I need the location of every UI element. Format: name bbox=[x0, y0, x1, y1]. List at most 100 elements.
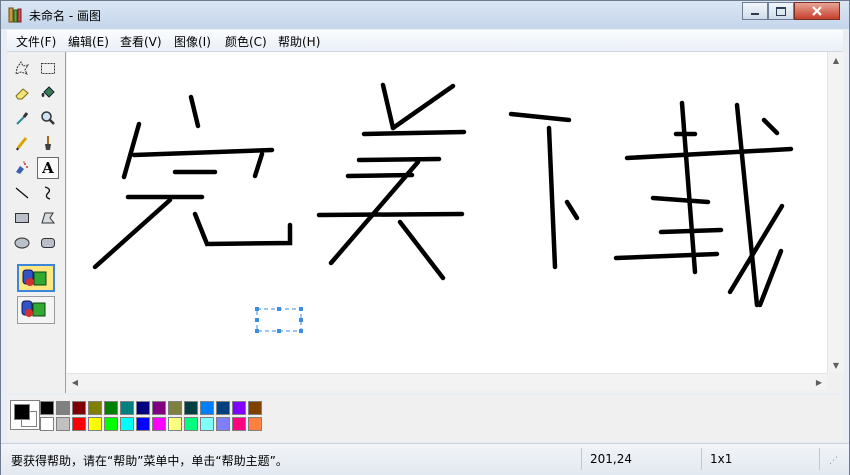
palette-swatch[interactable] bbox=[56, 401, 70, 415]
tool-eyedropper[interactable] bbox=[11, 107, 33, 129]
palette-swatch[interactable] bbox=[200, 401, 214, 415]
title-bar[interactable]: 未命名 - 画图 bbox=[1, 1, 849, 29]
menu-file[interactable]: 文件(F) bbox=[16, 33, 56, 50]
ellipse-icon bbox=[14, 237, 30, 249]
fill-style-option-active[interactable] bbox=[17, 264, 55, 292]
tool-airbrush[interactable] bbox=[11, 157, 33, 179]
palette-swatch[interactable] bbox=[248, 401, 262, 415]
status-divider bbox=[701, 448, 702, 470]
tool-ellipse[interactable] bbox=[11, 232, 33, 254]
text-icon: A bbox=[42, 159, 54, 177]
tool-magnifier[interactable] bbox=[37, 107, 59, 129]
tool-pencil[interactable] bbox=[11, 132, 33, 154]
rect-select-icon bbox=[41, 63, 55, 74]
maximize-icon bbox=[776, 6, 786, 16]
palette-swatch[interactable] bbox=[136, 401, 150, 415]
scroll-right-icon[interactable]: ▶ bbox=[811, 374, 827, 390]
palette-swatch[interactable] bbox=[72, 417, 86, 431]
status-help-text: 要获得帮助，请在“帮助”菜单中，单击“帮助主题”。 bbox=[11, 454, 288, 468]
palette-swatch[interactable] bbox=[104, 401, 118, 415]
fill-icon bbox=[41, 86, 55, 98]
status-selection-size: 1x1 bbox=[710, 452, 733, 466]
eraser-icon bbox=[15, 88, 29, 100]
menu-view[interactable]: 查看(V) bbox=[120, 33, 162, 50]
scroll-up-icon[interactable]: ▲ bbox=[828, 52, 844, 68]
palette-swatch[interactable] bbox=[72, 401, 86, 415]
tool-brush[interactable] bbox=[37, 132, 59, 154]
menu-bar: 文件(F) 编辑(E) 查看(V) 图像(I) 颜色(C) 帮助(H) bbox=[7, 30, 843, 52]
tool-line[interactable] bbox=[11, 182, 33, 204]
palette-swatch[interactable] bbox=[40, 401, 54, 415]
outline-style-icon bbox=[21, 300, 46, 317]
scroll-left-icon[interactable]: ◀ bbox=[67, 374, 83, 390]
resize-grip-icon[interactable]: ⋰ bbox=[829, 456, 838, 466]
menu-edit[interactable]: 编辑(E) bbox=[68, 33, 109, 50]
tool-rectangle[interactable] bbox=[11, 207, 33, 229]
handwritten-strokes bbox=[92, 82, 794, 333]
drawing-canvas[interactable] bbox=[67, 52, 827, 373]
close-button[interactable] bbox=[794, 2, 840, 20]
palette-swatch[interactable] bbox=[168, 417, 182, 431]
palette-swatch[interactable] bbox=[104, 417, 118, 431]
menu-image[interactable]: 图像(I) bbox=[174, 33, 211, 50]
vertical-scrollbar[interactable]: ▲ ▼ bbox=[827, 52, 844, 373]
palette-swatch[interactable] bbox=[184, 417, 198, 431]
paint-window: 未命名 - 画图 文件(F) 编辑(E) 查看(V) 图像(I) 颜色(C) 帮… bbox=[0, 0, 850, 475]
fill-style-icon bbox=[22, 269, 47, 286]
tool-free-form-select[interactable] bbox=[11, 57, 33, 79]
rectangle-icon bbox=[15, 213, 29, 223]
palette-swatch[interactable] bbox=[184, 401, 198, 415]
palette-swatch[interactable] bbox=[88, 417, 102, 431]
status-bar: 要获得帮助，请在“帮助”菜单中，单击“帮助主题”。 201,24 1x1 ⋰ bbox=[1, 443, 849, 475]
tool-curve[interactable] bbox=[37, 182, 59, 204]
tool-fill[interactable] bbox=[37, 82, 59, 104]
palette-swatch[interactable] bbox=[216, 401, 230, 415]
airbrush-icon bbox=[16, 161, 28, 174]
window-title: 未命名 - 画图 bbox=[29, 9, 101, 23]
fill-style-option[interactable] bbox=[17, 296, 55, 324]
palette-swatch[interactable] bbox=[120, 401, 134, 415]
palette-swatch[interactable] bbox=[56, 417, 70, 431]
palette-swatch[interactable] bbox=[152, 417, 166, 431]
horizontal-scrollbar[interactable]: ◀ ▶ bbox=[67, 373, 827, 390]
paint-app-icon[interactable] bbox=[7, 6, 23, 24]
tool-rect-select[interactable] bbox=[37, 57, 59, 79]
curve-icon bbox=[44, 186, 51, 200]
status-divider bbox=[819, 448, 820, 470]
line-icon bbox=[15, 187, 29, 199]
brush-icon bbox=[45, 136, 51, 150]
close-icon bbox=[812, 6, 822, 16]
menu-colors[interactable]: 颜色(C) bbox=[225, 33, 267, 50]
status-cursor-coords: 201,24 bbox=[590, 452, 632, 466]
scroll-down-icon[interactable]: ▼ bbox=[828, 357, 844, 373]
palette-swatch[interactable] bbox=[88, 401, 102, 415]
palette-swatch[interactable] bbox=[200, 417, 214, 431]
palette-swatch[interactable] bbox=[168, 401, 182, 415]
palette-swatch[interactable] bbox=[152, 401, 166, 415]
palette-swatch[interactable] bbox=[40, 417, 54, 431]
color-palette bbox=[7, 395, 843, 441]
minimize-button[interactable] bbox=[742, 2, 768, 20]
tool-text[interactable]: A bbox=[37, 157, 59, 179]
maximize-button[interactable] bbox=[768, 2, 794, 20]
menu-help[interactable]: 帮助(H) bbox=[278, 33, 320, 50]
tool-box: A bbox=[7, 52, 66, 393]
free-form-select-icon bbox=[15, 61, 30, 75]
palette-swatch[interactable] bbox=[136, 417, 150, 431]
palette-swatch[interactable] bbox=[232, 417, 246, 431]
text-selection-box[interactable] bbox=[256, 308, 302, 332]
palette-swatch[interactable] bbox=[120, 417, 134, 431]
palette-swatch[interactable] bbox=[248, 417, 262, 431]
current-colors[interactable] bbox=[10, 400, 40, 430]
minimize-icon bbox=[751, 13, 759, 15]
rounded-rect-icon bbox=[41, 238, 55, 248]
palette-swatch[interactable] bbox=[232, 401, 246, 415]
tool-polygon[interactable] bbox=[37, 207, 59, 229]
polygon-icon bbox=[41, 212, 56, 224]
eyedropper-icon bbox=[16, 112, 29, 125]
tool-rounded-rect[interactable] bbox=[37, 232, 59, 254]
pencil-icon bbox=[16, 137, 28, 151]
tool-eraser[interactable] bbox=[11, 82, 33, 104]
palette-swatch[interactable] bbox=[216, 417, 230, 431]
foreground-color-swatch bbox=[14, 404, 30, 420]
